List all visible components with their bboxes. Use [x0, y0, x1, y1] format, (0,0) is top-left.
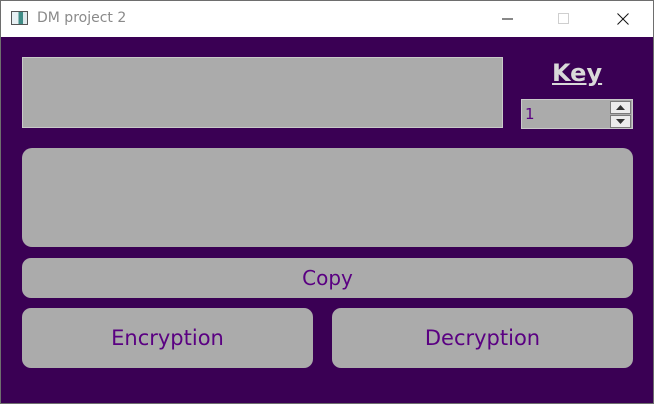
spin-down-button[interactable] — [610, 115, 631, 128]
app-window: DM project 2 Key 1 Copy Encryption Decry… — [0, 0, 654, 404]
key-value[interactable]: 1 — [525, 105, 535, 123]
spin-up-button[interactable] — [610, 101, 631, 114]
app-icon — [11, 11, 28, 25]
maximize-icon — [558, 13, 569, 24]
maximize-button[interactable] — [541, 1, 587, 37]
client-area: Key 1 Copy Encryption Decryption — [1, 37, 653, 403]
key-label: Key — [552, 59, 603, 87]
minimize-icon — [502, 18, 513, 20]
output-text-field[interactable] — [22, 148, 633, 247]
input-text-field[interactable] — [22, 57, 503, 128]
close-button[interactable] — [600, 1, 646, 37]
arrow-up-icon — [616, 105, 625, 110]
decryption-button[interactable]: Decryption — [332, 308, 633, 368]
window-title: DM project 2 — [37, 10, 127, 26]
title-bar[interactable]: DM project 2 — [1, 1, 653, 37]
key-spinbox[interactable]: 1 — [521, 99, 633, 129]
encryption-button[interactable]: Encryption — [22, 308, 313, 368]
minimize-button[interactable] — [485, 1, 531, 37]
close-icon — [617, 13, 629, 25]
arrow-down-icon — [616, 119, 625, 124]
copy-button[interactable]: Copy — [22, 258, 633, 298]
